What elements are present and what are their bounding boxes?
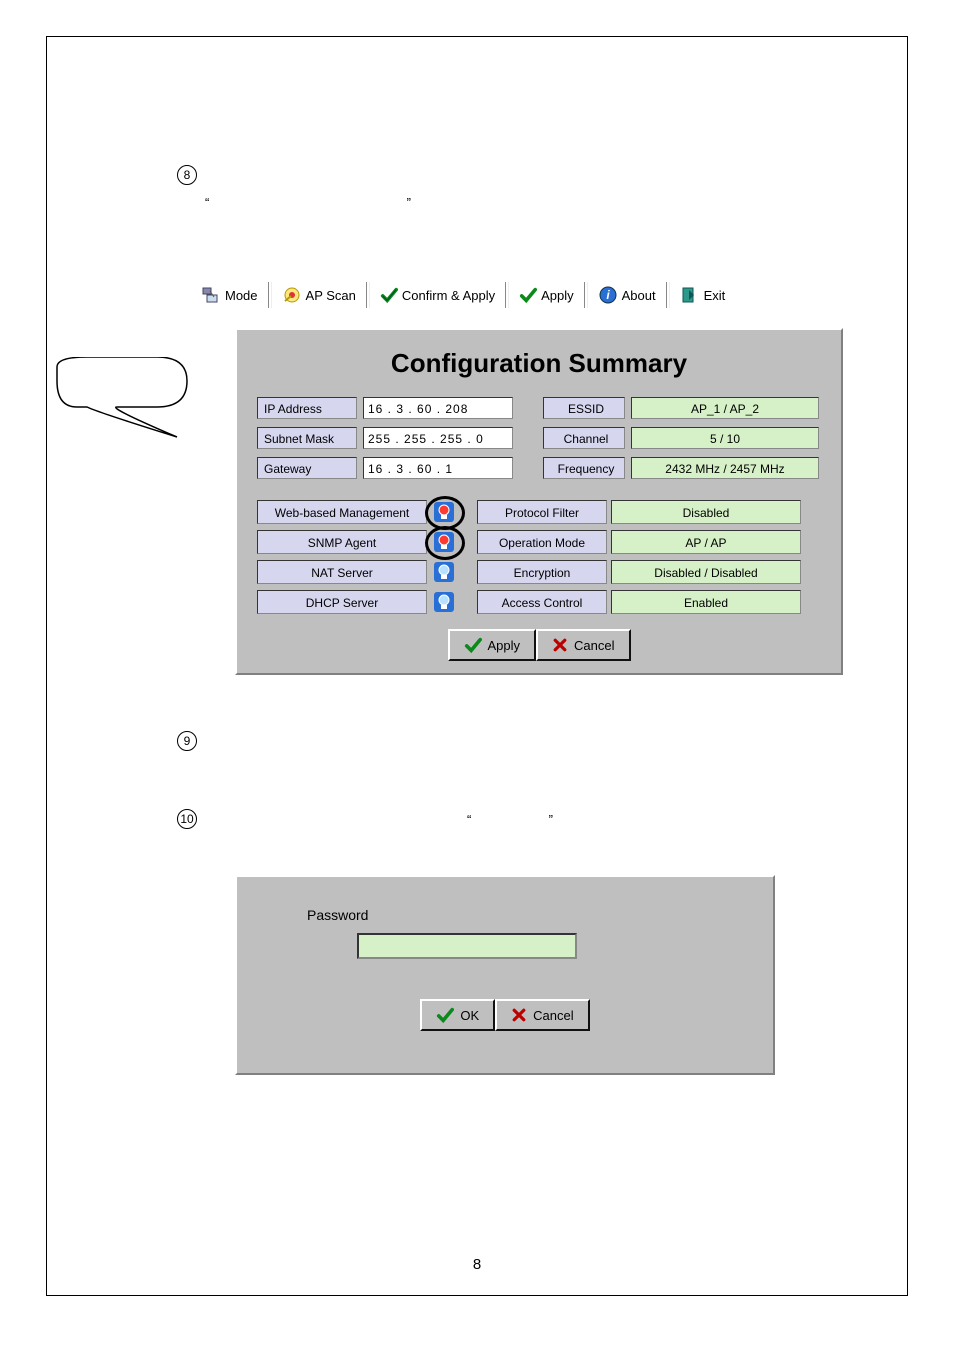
pwd-cancel-button-label: Cancel <box>533 1008 573 1023</box>
step-9-number: 9 <box>177 731 197 751</box>
check-icon <box>464 636 482 654</box>
label-channel: Channel <box>543 427 625 449</box>
toolbar-exit[interactable]: Exit <box>674 283 732 307</box>
status-label: Web-based Management <box>257 500 427 524</box>
toolbar-exit-label: Exit <box>704 288 726 303</box>
speech-callout <box>47 357 197 439</box>
status-label: SNMP Agent <box>257 530 427 554</box>
step-10-number: 10 <box>177 809 197 829</box>
status-label-2: Encryption <box>477 560 607 584</box>
toolbar-mode-label: Mode <box>225 288 258 303</box>
info-icon: i <box>598 285 618 305</box>
check-icon <box>380 286 398 304</box>
label-essid: ESSID <box>543 397 625 419</box>
status-label: NAT Server <box>257 560 427 584</box>
label-gateway: Gateway <box>257 457 357 479</box>
value-ip-address: 16 . 3 . 60 . 208 <box>363 397 513 419</box>
value-essid: AP_1 / AP_2 <box>631 397 819 419</box>
quote-left-10: “ <box>467 812 471 827</box>
quote-right-10: ” <box>549 812 553 827</box>
status-value: AP / AP <box>611 530 801 554</box>
status-label-2: Protocol Filter <box>477 500 607 524</box>
page-number: 8 <box>47 1256 907 1273</box>
toolbar-confirm-apply-label: Confirm & Apply <box>402 288 495 303</box>
check-icon <box>436 1006 454 1024</box>
label-ip-address: IP Address <box>257 397 357 419</box>
step-8-number: 8 <box>177 165 197 185</box>
config-title: Configuration Summary <box>249 348 829 379</box>
status-label-2: Operation Mode <box>477 530 607 554</box>
label-subnet-mask: Subnet Mask <box>257 427 357 449</box>
exit-icon <box>680 285 700 305</box>
cancel-button[interactable]: Cancel <box>536 629 630 661</box>
quote-left-8: “ <box>205 195 209 210</box>
quote-right-8: ” <box>407 195 411 210</box>
status-row: Web-based Management Protocol FilterDisab… <box>257 499 829 525</box>
toolbar-apply-label: Apply <box>541 288 574 303</box>
status-row: DHCP Server Access ControlEnabled <box>257 589 829 615</box>
password-label: Password <box>307 907 753 923</box>
bulb-off-icon[interactable] <box>431 559 457 585</box>
bulb-on-icon[interactable] <box>431 529 457 555</box>
toolbar-about[interactable]: i About <box>592 283 662 307</box>
toolbar-apply[interactable]: Apply <box>513 284 580 306</box>
status-row: NAT Server EncryptionDisabled / Disabled <box>257 559 829 585</box>
check-icon <box>519 286 537 304</box>
toolbar-about-label: About <box>622 288 656 303</box>
ok-button-label: OK <box>460 1008 479 1023</box>
bulb-on-icon[interactable] <box>431 499 457 525</box>
cancel-button-label: Cancel <box>574 638 614 653</box>
mode-icon <box>201 285 221 305</box>
config-summary-panel: Configuration Summary IP Address 16 . 3 … <box>235 328 843 675</box>
toolbar: Mode AP Scan Confirm & Apply Apply <box>195 280 885 310</box>
x-icon <box>552 637 568 653</box>
label-frequency: Frequency <box>543 457 625 479</box>
apply-button[interactable]: Apply <box>448 629 537 661</box>
status-value: Enabled <box>611 590 801 614</box>
toolbar-mode[interactable]: Mode <box>195 283 264 307</box>
status-label: DHCP Server <box>257 590 427 614</box>
bulb-off-icon[interactable] <box>431 589 457 615</box>
ok-button[interactable]: OK <box>420 999 495 1031</box>
toolbar-ap-scan[interactable]: AP Scan <box>276 283 362 307</box>
status-label-2: Access Control <box>477 590 607 614</box>
password-dialog: Password OK Cancel <box>235 875 775 1075</box>
toolbar-confirm-apply[interactable]: Confirm & Apply <box>374 284 501 306</box>
x-icon <box>511 1007 527 1023</box>
pwd-cancel-button[interactable]: Cancel <box>495 999 589 1031</box>
status-value: Disabled <box>611 500 801 524</box>
status-value: Disabled / Disabled <box>611 560 801 584</box>
value-gateway: 16 . 3 . 60 . 1 <box>363 457 513 479</box>
value-channel: 5 / 10 <box>631 427 819 449</box>
status-row: SNMP Agent Operation ModeAP / AP <box>257 529 829 555</box>
toolbar-ap-scan-label: AP Scan <box>306 288 356 303</box>
value-subnet-mask: 255 . 255 . 255 . 0 <box>363 427 513 449</box>
apply-button-label: Apply <box>488 638 521 653</box>
ap-scan-icon <box>282 285 302 305</box>
password-input[interactable] <box>357 933 577 959</box>
value-frequency: 2432 MHz / 2457 MHz <box>631 457 819 479</box>
